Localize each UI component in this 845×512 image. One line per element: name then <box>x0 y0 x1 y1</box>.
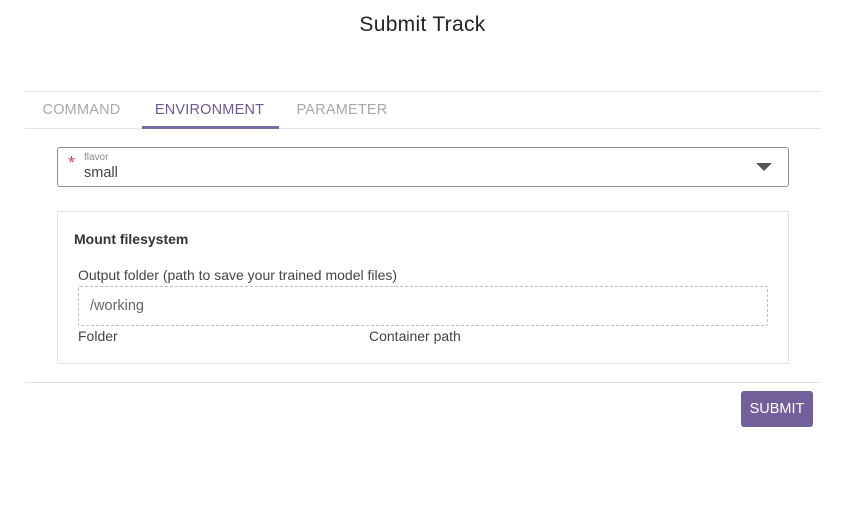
submit-track-dialog: Submit Track COMMAND ENVIRONMENT PARAMET… <box>0 0 845 512</box>
flavor-label: flavor <box>84 152 109 163</box>
tab-command[interactable]: COMMAND <box>40 92 123 129</box>
required-asterisk: * <box>68 153 76 173</box>
folder-hint: Folder <box>78 328 118 344</box>
dialog-title: Submit Track <box>359 13 486 36</box>
card-title: Mount filesystem <box>74 231 189 247</box>
tab-parameter[interactable]: PARAMETER <box>296 92 388 129</box>
chevron-down-icon[interactable] <box>756 163 772 171</box>
active-tab-indicator <box>142 126 279 129</box>
tab-bar: COMMAND ENVIRONMENT PARAMETER <box>25 91 821 129</box>
tab-environment[interactable]: ENVIRONMENT <box>154 92 265 129</box>
output-folder-input[interactable]: /working <box>78 286 768 326</box>
output-folder-label: Output folder (path to save your trained… <box>78 267 398 283</box>
mount-filesystem-card: Mount filesystem Output folder (path to … <box>57 211 789 364</box>
submit-button[interactable]: SUBMIT <box>741 391 813 427</box>
flavor-value: small <box>84 165 118 181</box>
flavor-select[interactable]: * flavor small <box>57 147 789 187</box>
container-path-hint: Container path <box>369 328 461 344</box>
footer-divider <box>25 382 821 383</box>
